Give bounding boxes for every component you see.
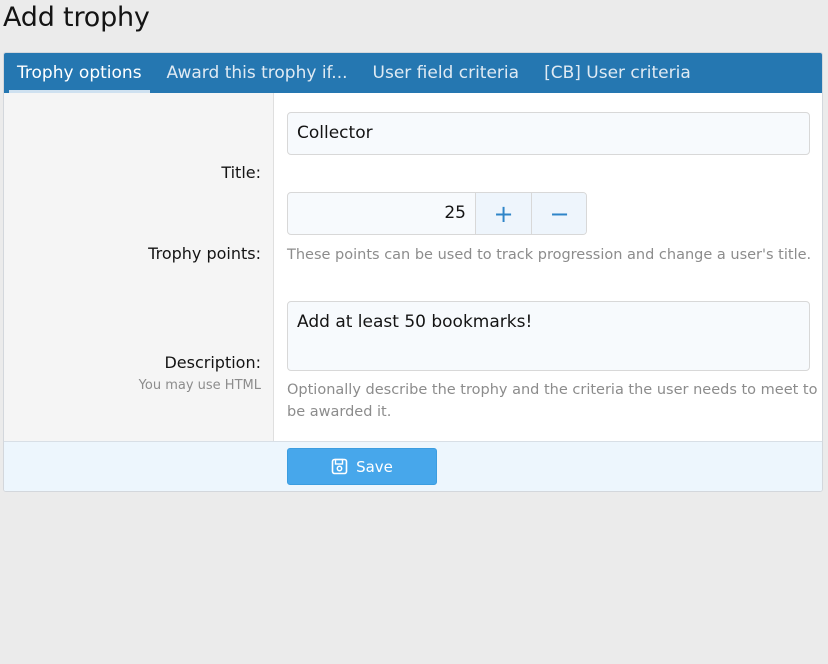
- trophy-points-stepper: 25 + −: [287, 192, 587, 235]
- save-button[interactable]: Save: [287, 448, 437, 485]
- tab-award-conditions[interactable]: Award this trophy if...: [159, 53, 356, 93]
- trophy-points-input[interactable]: 25: [288, 193, 475, 234]
- description-input[interactable]: Add at least 50 bookmarks!: [287, 301, 810, 371]
- tab-cb-user-criteria[interactable]: [CB] User criteria: [536, 53, 699, 93]
- save-label: Save: [356, 457, 393, 476]
- tab-bar: Trophy options Award this trophy if... U…: [4, 53, 822, 93]
- description-hint: You may use HTML: [138, 378, 261, 393]
- label-column: Title: Trophy points: Description: You m…: [4, 93, 274, 441]
- page-title: Add trophy: [3, 2, 150, 33]
- plus-icon: +: [493, 199, 514, 228]
- trophy-points-label: Trophy points:: [148, 244, 261, 263]
- form-footer: Save: [4, 441, 822, 491]
- trophy-points-explain: These points can be used to track progre…: [287, 247, 812, 263]
- title-input[interactable]: Collector: [287, 112, 810, 155]
- title-label: Title:: [221, 163, 261, 182]
- decrement-button[interactable]: −: [531, 193, 586, 234]
- save-icon: [331, 458, 348, 475]
- description-explain-line-1: Optionally describe the trophy and the c…: [287, 382, 818, 398]
- form-body: Title: Trophy points: Description: You m…: [4, 93, 822, 441]
- tab-user-field-criteria[interactable]: User field criteria: [365, 53, 528, 93]
- tab-trophy-options[interactable]: Trophy options: [9, 53, 150, 93]
- description-explain-line-2: be awarded it.: [287, 404, 392, 420]
- trophy-form: Trophy options Award this trophy if... U…: [3, 52, 823, 492]
- minus-icon: −: [549, 199, 570, 228]
- increment-button[interactable]: +: [475, 193, 531, 234]
- description-label: Description:: [164, 353, 261, 372]
